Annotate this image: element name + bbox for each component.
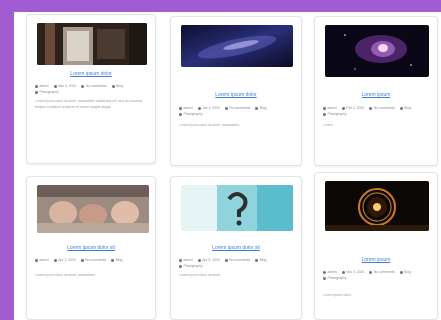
post-image — [181, 25, 293, 67]
category-meta[interactable]: Blog — [255, 105, 267, 111]
post-card[interactable]: Lorem ipsum dolor admin Mar 8, 2024 No c… — [26, 14, 156, 164]
post-card[interactable]: Lorem ipsum admin Feb 2, 2024 No comment… — [314, 16, 438, 166]
post-excerpt: Lorem ipsum dolor sit amet, consectetur … — [35, 99, 143, 109]
user-icon — [179, 258, 182, 262]
tag-icon — [179, 112, 182, 116]
comment-icon — [80, 258, 84, 262]
post-meta: admin Mar 8, 2024 No comments Blog Photo… — [35, 83, 149, 95]
category-meta[interactable]: Blog — [399, 269, 411, 275]
tag-icon — [323, 276, 326, 280]
window-frame-left — [0, 0, 14, 320]
post-image — [37, 185, 149, 233]
post-image — [325, 181, 429, 231]
category-meta[interactable]: Blog — [111, 83, 123, 89]
tag-icon — [35, 90, 38, 94]
post-card[interactable]: Lorem ipsum dolor admin Jan 4, 2024 No c… — [170, 16, 302, 166]
author-meta[interactable]: admin — [35, 257, 49, 263]
tag-meta[interactable]: Photography — [179, 263, 203, 269]
post-excerpt: Lorem ipsum dolor sit amet, consectetur. — [35, 273, 97, 277]
post-thumbnail[interactable] — [37, 185, 149, 233]
comments-meta[interactable]: No comments — [81, 83, 107, 89]
post-title-link[interactable]: Lorem ipsum dolor sit — [33, 245, 149, 251]
folder-icon — [399, 270, 403, 274]
comment-icon — [224, 106, 228, 110]
comments-meta[interactable]: No comments — [224, 105, 250, 111]
user-icon — [179, 106, 182, 110]
category-meta[interactable]: Blog — [111, 257, 122, 263]
user-icon — [323, 270, 326, 274]
post-meta: admin Mar 3, 2024 No comments Blog Photo… — [323, 269, 431, 281]
post-meta: admin Apr 5, 2024 No comments Blog Photo… — [179, 257, 295, 269]
calendar-icon — [341, 106, 345, 110]
comment-icon — [369, 106, 373, 110]
tag-icon — [179, 264, 182, 268]
folder-icon — [111, 258, 115, 262]
tag-meta[interactable]: Photography — [323, 275, 347, 281]
post-meta: admin Feb 2, 2024 No comments Blog Photo… — [323, 105, 431, 117]
comments-meta[interactable]: No comments — [369, 269, 395, 275]
comment-icon — [81, 84, 85, 88]
window-frame-top — [0, 0, 441, 12]
post-meta: admin Jan 4, 2024 No comments Blog Photo… — [179, 105, 295, 117]
post-title-link[interactable]: Lorem ipsum dolor sit — [177, 245, 295, 251]
user-icon — [323, 106, 326, 110]
tag-meta[interactable]: Photography — [323, 111, 347, 117]
folder-icon — [255, 258, 259, 262]
post-image — [37, 23, 147, 65]
folder-icon — [111, 84, 115, 88]
post-thumbnail[interactable] — [325, 25, 429, 77]
post-thumbnail[interactable] — [37, 23, 147, 65]
post-image — [181, 185, 293, 231]
category-meta[interactable]: Blog — [255, 257, 266, 263]
post-card[interactable]: Lorem ipsum dolor sit admin Apr 1, 2024 … — [26, 176, 156, 320]
post-thumbnail[interactable] — [325, 181, 429, 231]
post-thumbnail[interactable] — [181, 25, 293, 67]
user-icon — [35, 84, 38, 88]
post-thumbnail[interactable] — [181, 185, 293, 231]
comments-meta[interactable]: No comments — [369, 105, 395, 111]
post-card[interactable]: Lorem ipsum dolor sit admin Apr 5, 2024 … — [170, 176, 302, 320]
calendar-icon — [53, 258, 57, 262]
comment-icon — [369, 270, 373, 274]
post-meta: admin Apr 1, 2024 No comments Blog — [35, 257, 149, 263]
calendar-icon — [53, 84, 57, 88]
user-icon — [35, 258, 38, 262]
folder-icon — [255, 106, 259, 110]
post-excerpt: Lorem ipsum dolor. — [323, 293, 352, 297]
comments-meta[interactable]: No comments — [80, 257, 106, 263]
post-card[interactable]: Lorem ipsum admin Mar 3, 2024 No comment… — [314, 172, 438, 320]
folder-icon — [399, 106, 403, 110]
date-meta: Apr 1, 2024 — [53, 257, 76, 263]
calendar-icon — [197, 258, 201, 262]
post-excerpt: Lorem ipsum dolor sit amet, consectetur. — [179, 123, 241, 127]
post-title-link[interactable]: Lorem ipsum dolor — [33, 71, 149, 77]
category-meta[interactable]: Blog — [399, 105, 411, 111]
tag-icon — [323, 112, 326, 116]
calendar-icon — [341, 270, 345, 274]
post-title-link[interactable]: Lorem ipsum dolor — [177, 92, 295, 98]
blog-post-grid: Lorem ipsum dolor admin Mar 8, 2024 No c… — [14, 12, 441, 320]
tag-meta[interactable]: Photography — [35, 89, 59, 95]
post-title-link[interactable]: Lorem ipsum — [321, 257, 431, 263]
post-image — [325, 25, 429, 77]
post-excerpt: Lorem ipsum dolor sit amet. — [179, 273, 221, 277]
tag-meta[interactable]: Photography — [179, 111, 203, 117]
calendar-icon — [197, 106, 201, 110]
post-excerpt: Lorem. — [323, 123, 334, 127]
comment-icon — [224, 258, 228, 262]
post-title-link[interactable]: Lorem ipsum — [321, 92, 431, 98]
comments-meta[interactable]: No comments — [224, 257, 250, 263]
